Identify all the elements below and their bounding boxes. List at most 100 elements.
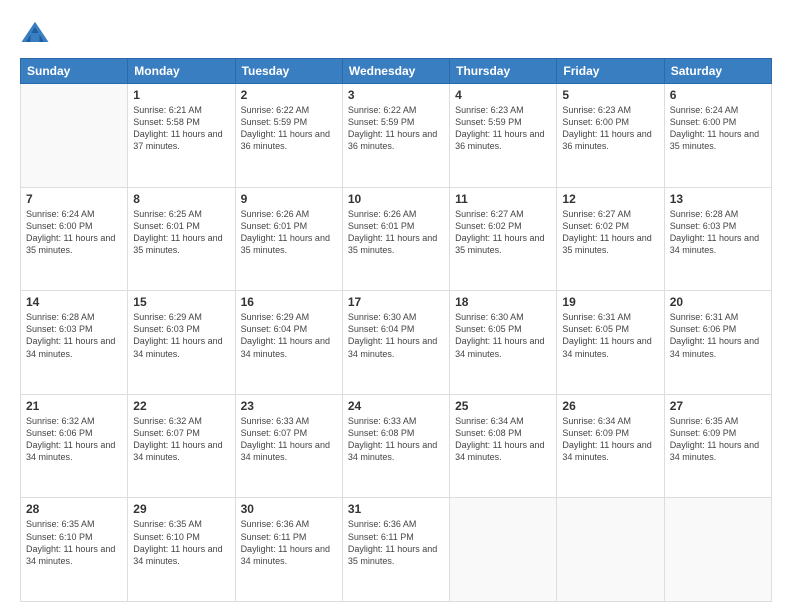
calendar-cell: 3 Sunrise: 6:22 AMSunset: 5:59 PMDayligh… bbox=[342, 84, 449, 188]
calendar-cell: 10 Sunrise: 6:26 AMSunset: 6:01 PMDaylig… bbox=[342, 187, 449, 291]
cell-info: Sunrise: 6:29 AMSunset: 6:03 PMDaylight:… bbox=[133, 311, 229, 360]
calendar-table: SundayMondayTuesdayWednesdayThursdayFrid… bbox=[20, 58, 772, 602]
cell-info: Sunrise: 6:32 AMSunset: 6:06 PMDaylight:… bbox=[26, 415, 122, 464]
cell-info: Sunrise: 6:30 AMSunset: 6:05 PMDaylight:… bbox=[455, 311, 551, 360]
day-number: 17 bbox=[348, 295, 444, 309]
calendar-cell bbox=[557, 498, 664, 602]
cell-info: Sunrise: 6:31 AMSunset: 6:05 PMDaylight:… bbox=[562, 311, 658, 360]
logo bbox=[20, 18, 54, 48]
calendar-cell: 19 Sunrise: 6:31 AMSunset: 6:05 PMDaylig… bbox=[557, 291, 664, 395]
day-number: 10 bbox=[348, 192, 444, 206]
calendar-week-row: 7 Sunrise: 6:24 AMSunset: 6:00 PMDayligh… bbox=[21, 187, 772, 291]
calendar-cell: 23 Sunrise: 6:33 AMSunset: 6:07 PMDaylig… bbox=[235, 394, 342, 498]
cell-info: Sunrise: 6:32 AMSunset: 6:07 PMDaylight:… bbox=[133, 415, 229, 464]
day-number: 20 bbox=[670, 295, 766, 309]
calendar-cell: 9 Sunrise: 6:26 AMSunset: 6:01 PMDayligh… bbox=[235, 187, 342, 291]
calendar-header-tuesday: Tuesday bbox=[235, 59, 342, 84]
calendar-header-monday: Monday bbox=[128, 59, 235, 84]
day-number: 28 bbox=[26, 502, 122, 516]
day-number: 3 bbox=[348, 88, 444, 102]
calendar-cell bbox=[664, 498, 771, 602]
cell-info: Sunrise: 6:35 AMSunset: 6:10 PMDaylight:… bbox=[26, 518, 122, 567]
calendar-header-saturday: Saturday bbox=[664, 59, 771, 84]
calendar-header-wednesday: Wednesday bbox=[342, 59, 449, 84]
calendar-cell: 13 Sunrise: 6:28 AMSunset: 6:03 PMDaylig… bbox=[664, 187, 771, 291]
cell-info: Sunrise: 6:29 AMSunset: 6:04 PMDaylight:… bbox=[241, 311, 337, 360]
day-number: 7 bbox=[26, 192, 122, 206]
day-number: 9 bbox=[241, 192, 337, 206]
day-number: 21 bbox=[26, 399, 122, 413]
calendar-header-row: SundayMondayTuesdayWednesdayThursdayFrid… bbox=[21, 59, 772, 84]
cell-info: Sunrise: 6:28 AMSunset: 6:03 PMDaylight:… bbox=[670, 208, 766, 257]
calendar-cell: 5 Sunrise: 6:23 AMSunset: 6:00 PMDayligh… bbox=[557, 84, 664, 188]
calendar-cell: 12 Sunrise: 6:27 AMSunset: 6:02 PMDaylig… bbox=[557, 187, 664, 291]
cell-info: Sunrise: 6:22 AMSunset: 5:59 PMDaylight:… bbox=[348, 104, 444, 153]
day-number: 15 bbox=[133, 295, 229, 309]
day-number: 8 bbox=[133, 192, 229, 206]
calendar-cell: 16 Sunrise: 6:29 AMSunset: 6:04 PMDaylig… bbox=[235, 291, 342, 395]
calendar-cell bbox=[21, 84, 128, 188]
calendar-cell: 25 Sunrise: 6:34 AMSunset: 6:08 PMDaylig… bbox=[450, 394, 557, 498]
day-number: 4 bbox=[455, 88, 551, 102]
calendar-cell: 7 Sunrise: 6:24 AMSunset: 6:00 PMDayligh… bbox=[21, 187, 128, 291]
cell-info: Sunrise: 6:33 AMSunset: 6:08 PMDaylight:… bbox=[348, 415, 444, 464]
calendar-week-row: 1 Sunrise: 6:21 AMSunset: 5:58 PMDayligh… bbox=[21, 84, 772, 188]
cell-info: Sunrise: 6:27 AMSunset: 6:02 PMDaylight:… bbox=[455, 208, 551, 257]
cell-info: Sunrise: 6:35 AMSunset: 6:10 PMDaylight:… bbox=[133, 518, 229, 567]
cell-info: Sunrise: 6:33 AMSunset: 6:07 PMDaylight:… bbox=[241, 415, 337, 464]
cell-info: Sunrise: 6:34 AMSunset: 6:08 PMDaylight:… bbox=[455, 415, 551, 464]
day-number: 23 bbox=[241, 399, 337, 413]
cell-info: Sunrise: 6:36 AMSunset: 6:11 PMDaylight:… bbox=[348, 518, 444, 567]
page: SundayMondayTuesdayWednesdayThursdayFrid… bbox=[0, 0, 792, 612]
cell-info: Sunrise: 6:22 AMSunset: 5:59 PMDaylight:… bbox=[241, 104, 337, 153]
cell-info: Sunrise: 6:27 AMSunset: 6:02 PMDaylight:… bbox=[562, 208, 658, 257]
cell-info: Sunrise: 6:28 AMSunset: 6:03 PMDaylight:… bbox=[26, 311, 122, 360]
calendar-cell: 21 Sunrise: 6:32 AMSunset: 6:06 PMDaylig… bbox=[21, 394, 128, 498]
calendar-cell: 2 Sunrise: 6:22 AMSunset: 5:59 PMDayligh… bbox=[235, 84, 342, 188]
calendar-cell: 14 Sunrise: 6:28 AMSunset: 6:03 PMDaylig… bbox=[21, 291, 128, 395]
cell-info: Sunrise: 6:35 AMSunset: 6:09 PMDaylight:… bbox=[670, 415, 766, 464]
calendar-cell: 22 Sunrise: 6:32 AMSunset: 6:07 PMDaylig… bbox=[128, 394, 235, 498]
day-number: 1 bbox=[133, 88, 229, 102]
calendar-cell: 31 Sunrise: 6:36 AMSunset: 6:11 PMDaylig… bbox=[342, 498, 449, 602]
day-number: 25 bbox=[455, 399, 551, 413]
calendar-header-friday: Friday bbox=[557, 59, 664, 84]
calendar-cell: 17 Sunrise: 6:30 AMSunset: 6:04 PMDaylig… bbox=[342, 291, 449, 395]
cell-info: Sunrise: 6:31 AMSunset: 6:06 PMDaylight:… bbox=[670, 311, 766, 360]
calendar-cell: 28 Sunrise: 6:35 AMSunset: 6:10 PMDaylig… bbox=[21, 498, 128, 602]
day-number: 19 bbox=[562, 295, 658, 309]
cell-info: Sunrise: 6:26 AMSunset: 6:01 PMDaylight:… bbox=[348, 208, 444, 257]
day-number: 14 bbox=[26, 295, 122, 309]
calendar-cell: 8 Sunrise: 6:25 AMSunset: 6:01 PMDayligh… bbox=[128, 187, 235, 291]
calendar-week-row: 14 Sunrise: 6:28 AMSunset: 6:03 PMDaylig… bbox=[21, 291, 772, 395]
cell-info: Sunrise: 6:24 AMSunset: 6:00 PMDaylight:… bbox=[26, 208, 122, 257]
calendar-header-thursday: Thursday bbox=[450, 59, 557, 84]
day-number: 6 bbox=[670, 88, 766, 102]
cell-info: Sunrise: 6:23 AMSunset: 6:00 PMDaylight:… bbox=[562, 104, 658, 153]
cell-info: Sunrise: 6:34 AMSunset: 6:09 PMDaylight:… bbox=[562, 415, 658, 464]
calendar-cell: 4 Sunrise: 6:23 AMSunset: 5:59 PMDayligh… bbox=[450, 84, 557, 188]
day-number: 24 bbox=[348, 399, 444, 413]
cell-info: Sunrise: 6:30 AMSunset: 6:04 PMDaylight:… bbox=[348, 311, 444, 360]
day-number: 12 bbox=[562, 192, 658, 206]
calendar-cell: 18 Sunrise: 6:30 AMSunset: 6:05 PMDaylig… bbox=[450, 291, 557, 395]
day-number: 13 bbox=[670, 192, 766, 206]
day-number: 16 bbox=[241, 295, 337, 309]
calendar-week-row: 28 Sunrise: 6:35 AMSunset: 6:10 PMDaylig… bbox=[21, 498, 772, 602]
header bbox=[20, 18, 772, 48]
calendar-cell: 30 Sunrise: 6:36 AMSunset: 6:11 PMDaylig… bbox=[235, 498, 342, 602]
cell-info: Sunrise: 6:25 AMSunset: 6:01 PMDaylight:… bbox=[133, 208, 229, 257]
calendar-cell: 20 Sunrise: 6:31 AMSunset: 6:06 PMDaylig… bbox=[664, 291, 771, 395]
day-number: 2 bbox=[241, 88, 337, 102]
cell-info: Sunrise: 6:36 AMSunset: 6:11 PMDaylight:… bbox=[241, 518, 337, 567]
day-number: 26 bbox=[562, 399, 658, 413]
calendar-week-row: 21 Sunrise: 6:32 AMSunset: 6:06 PMDaylig… bbox=[21, 394, 772, 498]
cell-info: Sunrise: 6:24 AMSunset: 6:00 PMDaylight:… bbox=[670, 104, 766, 153]
calendar-cell: 27 Sunrise: 6:35 AMSunset: 6:09 PMDaylig… bbox=[664, 394, 771, 498]
calendar-cell: 15 Sunrise: 6:29 AMSunset: 6:03 PMDaylig… bbox=[128, 291, 235, 395]
cell-info: Sunrise: 6:26 AMSunset: 6:01 PMDaylight:… bbox=[241, 208, 337, 257]
calendar-cell: 1 Sunrise: 6:21 AMSunset: 5:58 PMDayligh… bbox=[128, 84, 235, 188]
day-number: 11 bbox=[455, 192, 551, 206]
calendar-header-sunday: Sunday bbox=[21, 59, 128, 84]
calendar-cell: 24 Sunrise: 6:33 AMSunset: 6:08 PMDaylig… bbox=[342, 394, 449, 498]
